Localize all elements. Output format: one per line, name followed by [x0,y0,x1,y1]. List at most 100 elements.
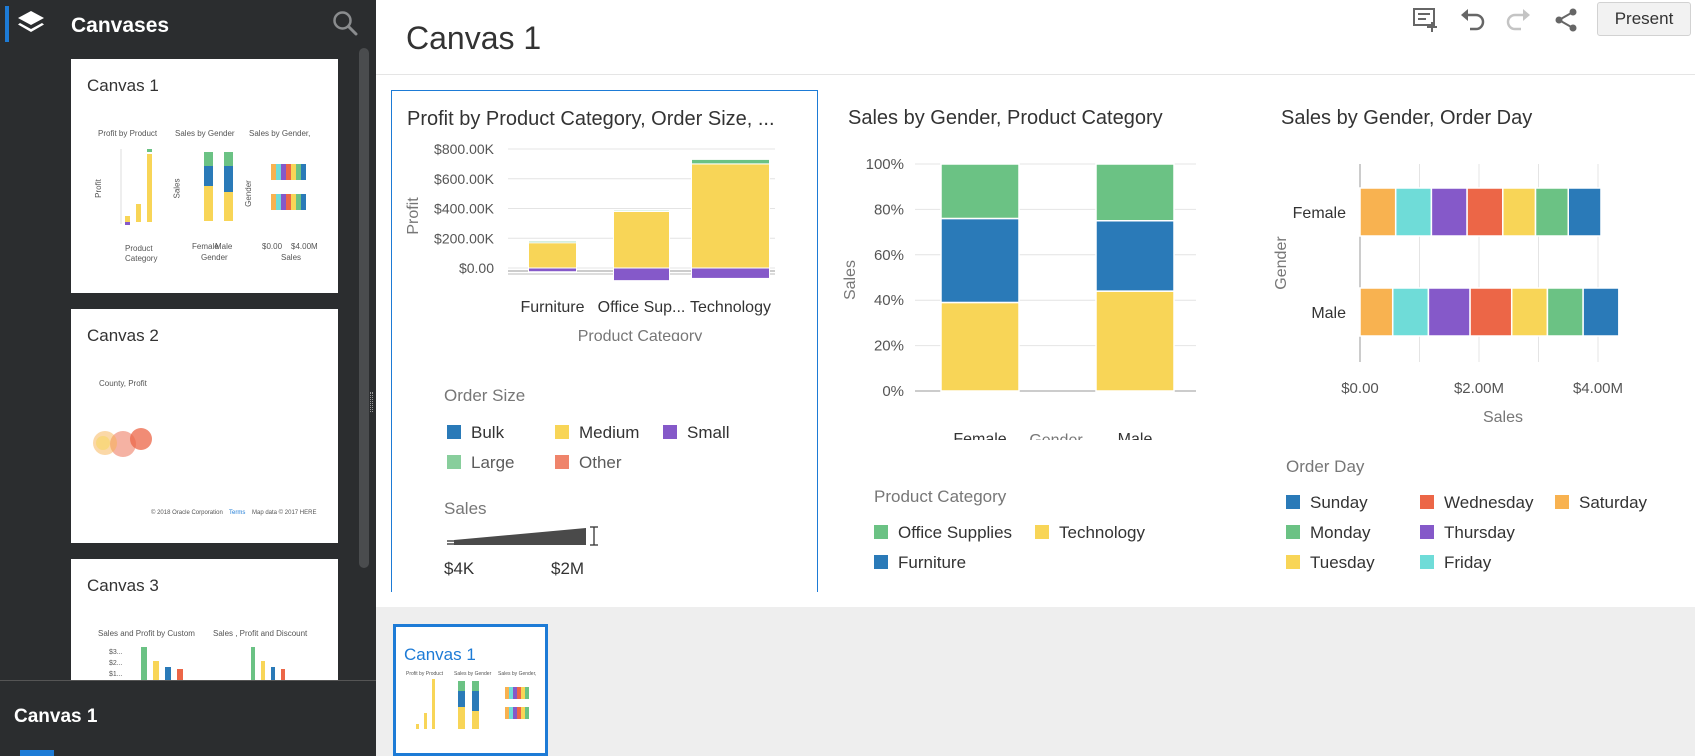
legend-label: Tuesday [1310,553,1375,572]
legend-item-friday[interactable]: Friday [1420,553,1491,573]
visualization-sales-by-gender-category[interactable]: Sales by Gender, Product Category 100% 80… [833,90,1253,592]
mini-label: Sales and Profit by Custom [98,629,195,638]
legend-label: Office Supplies [898,523,1013,542]
legend-item-technology[interactable]: Technology [1035,523,1145,543]
legend-item-tuesday[interactable]: Tuesday [1286,553,1375,573]
current-canvas-name: Canvas 1 [14,706,98,727]
legend-item-office-supplies[interactable]: Office Supplies [874,523,1012,543]
mini-label: $2... [109,660,123,667]
present-button[interactable]: Present [1597,2,1691,36]
sales-gender-chart[interactable]: 100% 80% 60% 40% 20% 0% Female Male Gender Sales [833,140,1253,440]
x-axis-title: Gender [1029,432,1083,440]
mini-label: Sales by Gender, [249,129,311,138]
bar-segment [1095,220,1175,292]
search-icon[interactable] [332,10,358,36]
legend-item-medium[interactable]: Medium [555,423,639,443]
mini-label: Product [125,244,153,253]
visualization-sales-by-gender-day[interactable]: Sales by Gender, Order Day $0.00 $2.00M $4… [1266,90,1686,592]
legend-item-monday[interactable]: Monday [1286,523,1370,543]
bar-segment [528,240,577,244]
mini-label: Map data © 2017 HERE [252,510,317,516]
legend-item-saturday[interactable]: Saturday [1555,493,1647,513]
mini-label: Profit [93,179,103,198]
bar-segment [1359,287,1394,337]
visualization-profit-by-category[interactable]: Profit by Product Category, Order Size, … [391,90,818,592]
layers-icon[interactable] [16,8,46,38]
undo-icon[interactable] [1458,6,1486,34]
mini-label: Gender [201,253,228,262]
legend-item-sunday[interactable]: Sunday [1286,493,1368,513]
legend-item-large[interactable]: Large [447,453,514,473]
svg-text:Sales by Gender: Sales by Gender [454,671,492,677]
mini-label: Sales [172,178,182,199]
mini-label: Sales [281,253,302,262]
x-tick-label: Furniture [520,299,584,316]
svg-text:Profit by Product: Profit by Product [406,671,444,677]
redo-icon[interactable] [1505,6,1533,34]
canvas-tab-preview: Profit by Product Sales by Gender Sales … [406,671,536,729]
mini-label: $0.00 [262,242,283,251]
bar-segment [1391,287,1430,337]
text-cursor-icon [590,526,598,546]
legend-title: Product Category [874,487,1007,506]
bar-segment [691,267,770,279]
bar-segment [940,163,1020,220]
profit-bar-chart[interactable]: $800.00K $600.00K $400.00K $200.00K $0.00 Fur… [392,141,817,341]
y-axis-title: Profit [405,197,422,235]
mini-label: Gender [243,180,253,207]
mini-charts [120,149,306,225]
add-comment-icon[interactable] [1411,6,1439,34]
y-tick-label: 0% [882,383,904,400]
bar-segment [1430,187,1468,237]
size-legend-min: $4K [444,559,475,578]
legend-label: Friday [1444,553,1492,572]
bar-segment [1546,287,1584,337]
bar-segment [1359,187,1397,237]
canvas-thumbnail-1[interactable]: Canvas 1 Profit by Product Sales by Gend… [71,59,338,293]
viz-title: Sales by Gender, Product Category [848,107,1163,129]
canvas-thumbnail-3[interactable]: Canvas 3 Sales and Profit by Custom Sale… [71,559,338,680]
canvas-tab-1[interactable]: Canvas 1 Profit by Product Sales by Gend… [393,624,548,756]
y-tick-label: 40% [874,292,904,309]
sidebar-resize-handle[interactable] [370,392,373,412]
x-tick-label: Female [953,431,1006,440]
legend-item-other[interactable]: Other [555,453,622,473]
header-divider [376,74,1695,75]
sales-orderday-chart[interactable]: $0.00 $2.00M $4.00M Female Male Sales Gender [1266,140,1686,440]
mini-label: Profit by Product [98,129,158,138]
share-icon[interactable] [1552,6,1580,34]
y-tick-label: 80% [874,201,904,218]
mini-label: $1... [109,671,123,678]
viz-title: Sales by Gender, Order Day [1281,107,1533,129]
canvas-thumbnail-2[interactable]: Canvas 2 County, Profit © 2018 Oracle Co… [71,309,338,543]
x-tick-label: Male [1118,431,1153,440]
legend-item-small[interactable]: Small [663,423,730,443]
legend-label: Saturday [1579,493,1648,512]
mini-label: Male [215,242,233,251]
sidebar-title: Canvases [71,14,170,37]
canvas-sidebar: Canvases Canvas 1 Profit by Product Sale… [0,0,376,756]
legend-item-thursday[interactable]: Thursday [1420,523,1515,543]
y-axis-title: Sales [842,260,859,300]
bar-segment [1427,287,1471,337]
canvas-thumbnail-name: Canvas 3 [87,576,159,595]
y-tick-label: Male [1311,305,1346,322]
legend-label: Other [579,453,622,472]
sidebar-scrollbar[interactable] [359,48,369,568]
x-tick-label: $2.00M [1454,380,1504,397]
canvas-thumbnail-name: Canvas 2 [87,326,159,345]
legend-item-bulk[interactable]: Bulk [447,423,504,443]
legend-item-furniture[interactable]: Furniture [874,553,966,573]
legend-label: Technology [1059,523,1146,542]
bar-segment [940,301,1020,392]
canvas-tab-name: Canvas 1 [404,645,476,664]
legend-item-wednesday[interactable]: Wednesday [1420,493,1533,513]
y-tick-label: 100% [866,156,904,173]
bar-segment [1095,163,1175,222]
current-canvas-indicator [20,750,54,756]
x-axis-title: Product Category [578,328,703,341]
canvas-tabs-strip: Canvas 1 Profit by Product Sales by Gend… [376,607,1695,756]
mini-label: © 2018 Oracle Corporation [151,510,223,516]
size-legend-title: Sales [444,499,487,518]
bar-segment [613,209,670,212]
